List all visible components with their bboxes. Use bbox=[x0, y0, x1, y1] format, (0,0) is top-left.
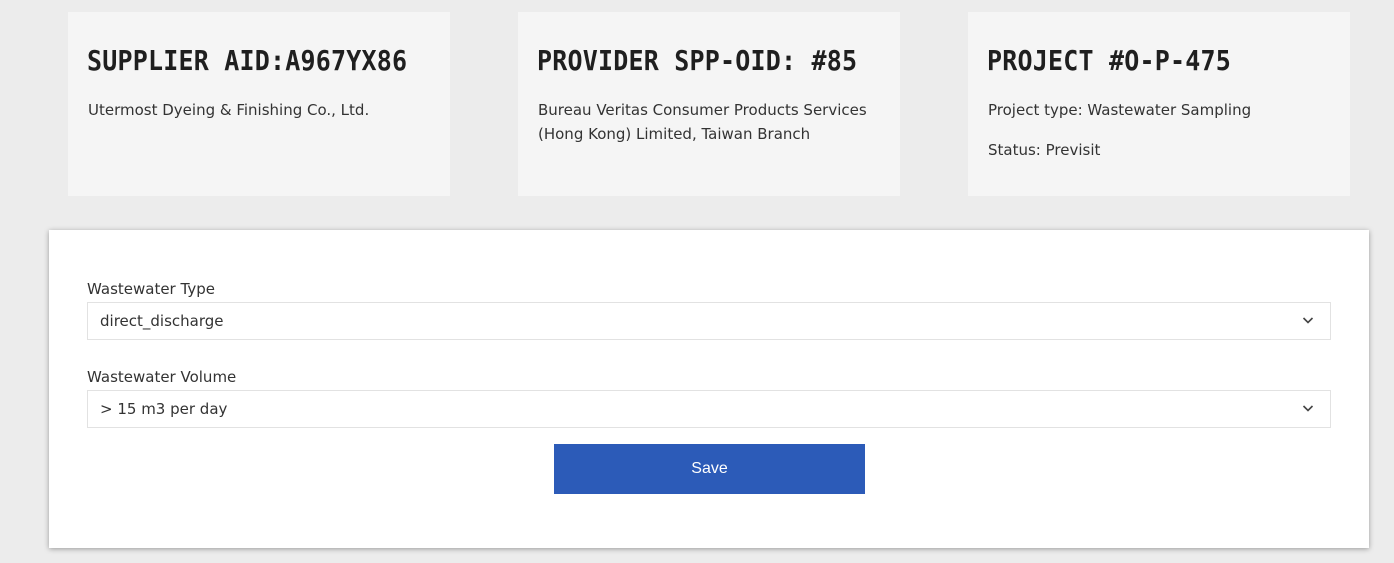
provider-card-body: Bureau Veritas Consumer Products Service… bbox=[538, 98, 883, 146]
wastewater-type-value: direct_discharge bbox=[100, 312, 224, 330]
wastewater-type-select[interactable]: direct_discharge bbox=[87, 302, 1331, 340]
project-card-title: PROJECT #O-P-475 bbox=[987, 44, 1232, 77]
provider-name: Bureau Veritas Consumer Products Service… bbox=[538, 101, 867, 143]
save-button[interactable]: Save bbox=[554, 444, 865, 494]
info-cards: SUPPLIER AID:A967YX86 Utermost Dyeing & … bbox=[68, 12, 1350, 196]
wastewater-volume-label: Wastewater Volume bbox=[87, 368, 237, 386]
wastewater-volume-value: > 15 m3 per day bbox=[100, 400, 228, 418]
wastewater-volume-select[interactable]: > 15 m3 per day bbox=[87, 390, 1331, 428]
project-card: PROJECT #O-P-475 Project type: Wastewate… bbox=[968, 12, 1350, 196]
provider-card-title: PROVIDER SPP-OID: #85 bbox=[537, 44, 858, 77]
project-status: Status: Previsit bbox=[988, 141, 1101, 159]
chevron-down-icon bbox=[1302, 317, 1314, 324]
supplier-name: Utermost Dyeing & Finishing Co., Ltd. bbox=[88, 101, 370, 119]
provider-card: PROVIDER SPP-OID: #85 Bureau Veritas Con… bbox=[518, 12, 900, 196]
supplier-card: SUPPLIER AID:A967YX86 Utermost Dyeing & … bbox=[68, 12, 450, 196]
project-type: Project type: Wastewater Sampling bbox=[988, 101, 1252, 119]
supplier-card-body: Utermost Dyeing & Finishing Co., Ltd. bbox=[88, 98, 433, 122]
supplier-card-title: SUPPLIER AID:A967YX86 bbox=[87, 44, 408, 77]
project-card-body: Project type: Wastewater Sampling Status… bbox=[988, 98, 1333, 162]
chevron-down-icon bbox=[1302, 405, 1314, 412]
wastewater-type-label: Wastewater Type bbox=[87, 280, 215, 298]
wastewater-form: Wastewater Type direct_discharge Wastewa… bbox=[49, 230, 1369, 548]
